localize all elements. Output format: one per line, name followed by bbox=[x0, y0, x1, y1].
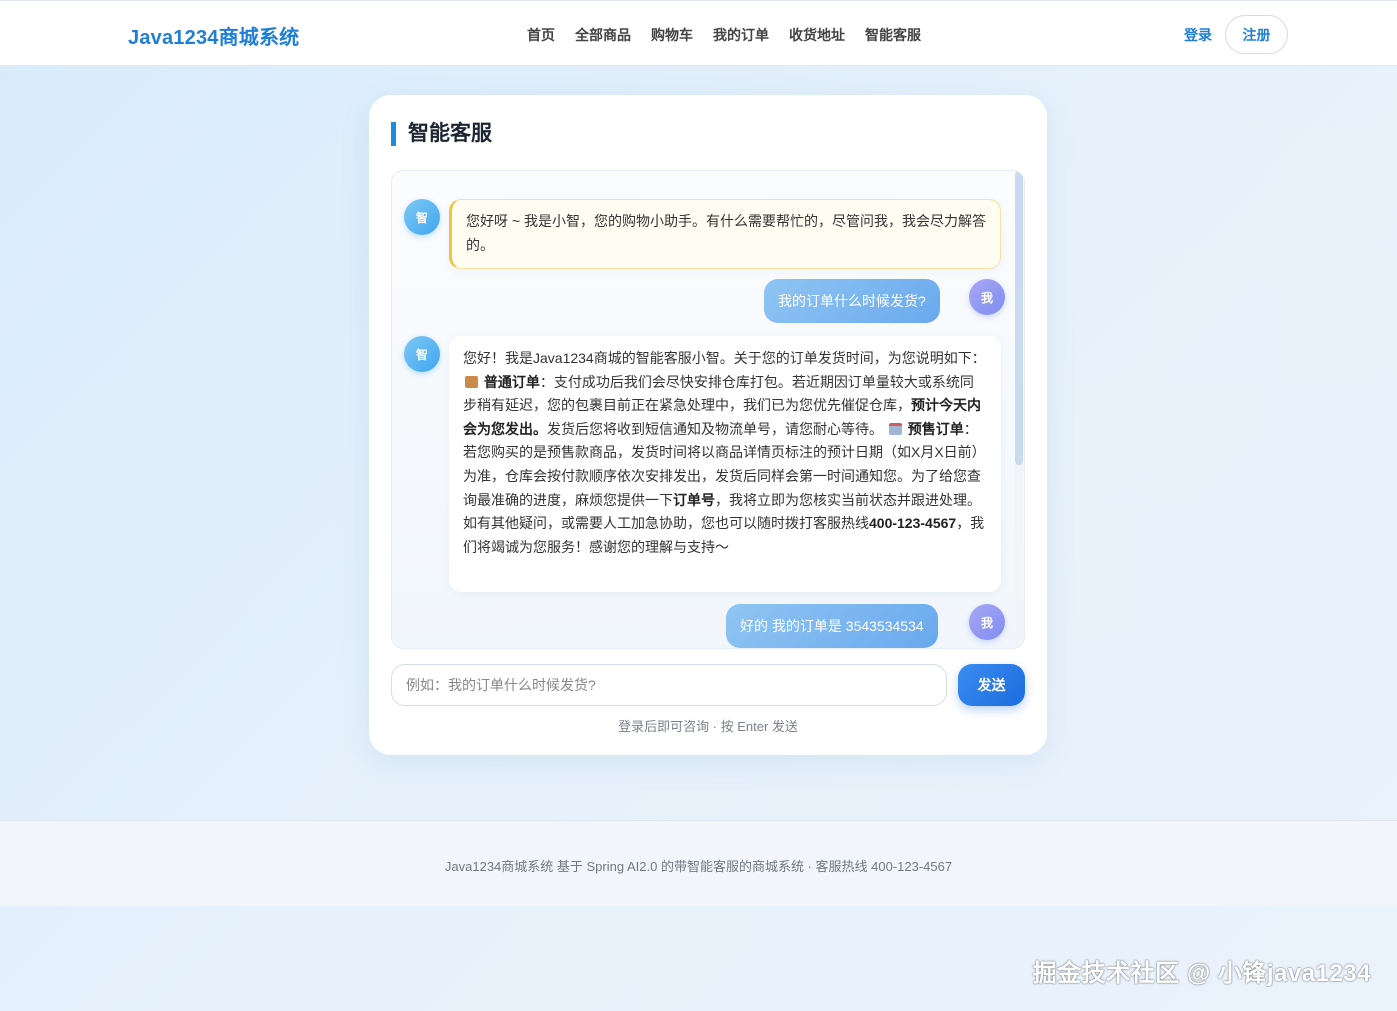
user-message: 好的 我的订单是 3543534534 bbox=[726, 604, 938, 648]
package-emoji-icon bbox=[465, 375, 478, 388]
register-button[interactable]: 注册 bbox=[1225, 15, 1288, 54]
footer-text: Java1234商城系统 基于 Spring AI2.0 的带智能客服的商城系统… bbox=[444, 859, 953, 874]
nav-home[interactable]: 首页 bbox=[527, 25, 555, 45]
nav-cart[interactable]: 购物车 bbox=[651, 25, 693, 45]
nav-customer-service[interactable]: 智能客服 bbox=[865, 25, 921, 45]
site-logo[interactable]: Java1234商城系统 bbox=[128, 21, 299, 50]
chat-input[interactable] bbox=[391, 664, 947, 706]
page-title: 智能客服 bbox=[391, 122, 492, 146]
user-avatar: 我 bbox=[969, 279, 1005, 315]
reply-bold-text: 预售订单 bbox=[907, 420, 964, 437]
send-button[interactable]: 发送 bbox=[958, 664, 1025, 706]
reply-text: 您好！我是Java1234商城的智能客服小智。关于您的订单发货时间，为您说明如下… bbox=[463, 350, 986, 366]
bot-avatar: 智 bbox=[404, 336, 440, 372]
site-footer: Java1234商城系统 基于 Spring AI2.0 的带智能客服的商城系统… bbox=[0, 820, 1397, 906]
bot-avatar: 智 bbox=[404, 199, 440, 235]
nav-addresses[interactable]: 收货地址 bbox=[789, 25, 845, 45]
chat-message-list[interactable]: 智 您好呀 ~ 我是小智，您的购物小助手。有什么需要帮忙的，尽管问我，我会尽力解… bbox=[391, 170, 1025, 649]
main-nav: 首页 全部商品 购物车 我的订单 收货地址 智能客服 bbox=[527, 25, 921, 45]
watermark: 掘金技术社区 @ 小锋java1234 bbox=[1032, 960, 1371, 987]
nav-my-orders[interactable]: 我的订单 bbox=[713, 25, 769, 45]
reply-bold-text: 400-123-4567 bbox=[869, 515, 957, 532]
reply-bold-text: 订单号 bbox=[673, 491, 715, 508]
scrollbar-thumb[interactable] bbox=[1015, 171, 1023, 465]
calendar-emoji-icon bbox=[888, 422, 902, 435]
user-message: 我的订单什么时候发货? bbox=[764, 279, 940, 323]
bot-reply-message: 您好！我是Java1234商城的智能客服小智。关于您的订单发货时间，为您说明如下… bbox=[449, 336, 1001, 592]
nav-all-products[interactable]: 全部商品 bbox=[575, 25, 631, 45]
reply-bold-text: 普通订单 bbox=[483, 373, 540, 390]
chat-card: 智能客服 智 您好呀 ~ 我是小智，您的购物小助手。有什么需要帮忙的，尽管问我，… bbox=[369, 95, 1047, 755]
login-link[interactable]: 登录 bbox=[1184, 25, 1212, 45]
input-hint: 登录后即可咨询 · 按 Enter 发送 bbox=[618, 719, 798, 734]
bot-greeting-message: 您好呀 ~ 我是小智，您的购物小助手。有什么需要帮忙的，尽管问我，我会尽力解答的… bbox=[449, 199, 1001, 269]
user-avatar: 我 bbox=[969, 604, 1005, 640]
reply-text: 发货后您将收到短信通知及物流单号，请您耐心等待。 bbox=[547, 420, 883, 437]
top-navbar: Java1234商城系统 首页 全部商品 购物车 我的订单 收货地址 智能客服 … bbox=[0, 0, 1397, 66]
reply-text: ：支付成功后我们会尽快安排仓库打包。若近期因订单量较大或系统同步稍有延迟，您的包… bbox=[463, 373, 974, 414]
